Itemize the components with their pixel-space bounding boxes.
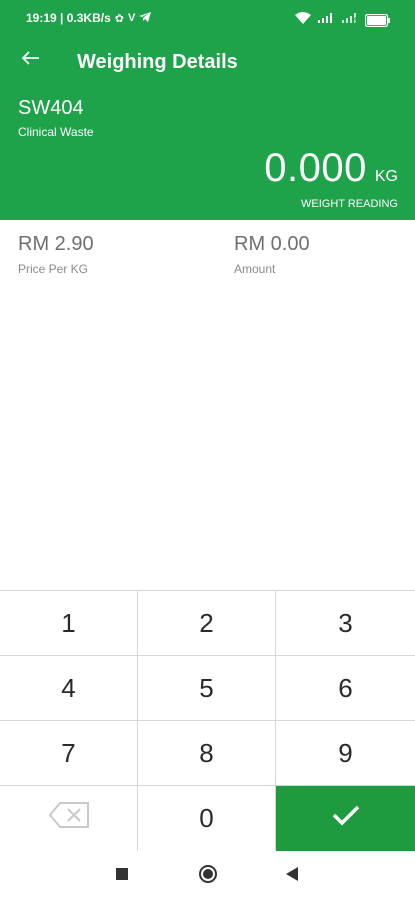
key-2[interactable]: 2 xyxy=(138,591,276,656)
confirm-key[interactable] xyxy=(276,786,415,851)
key-8[interactable]: 8 xyxy=(138,721,276,786)
key-5[interactable]: 5 xyxy=(138,656,276,721)
price-label: Price Per KG xyxy=(18,262,89,276)
telegram-icon xyxy=(139,11,152,25)
amount-value: RM 0.00 xyxy=(234,233,310,255)
status-right: 93 xyxy=(295,11,391,29)
key-9[interactable]: 9 xyxy=(276,721,415,786)
app-bar: Weighing Details xyxy=(0,36,415,88)
system-nav-bar xyxy=(0,852,415,900)
home-button[interactable] xyxy=(196,864,220,888)
weighing-header: SW404 Clinical Waste 0.000 KG WEIGHT REA… xyxy=(0,88,415,220)
back-button[interactable] xyxy=(16,46,44,74)
back-triangle-icon xyxy=(285,866,299,887)
waste-code: SW404 xyxy=(18,97,84,119)
signal-icon xyxy=(317,11,335,29)
key-6[interactable]: 6 xyxy=(276,656,415,721)
arrow-back-icon xyxy=(20,50,40,71)
weight-value: 0.000 xyxy=(264,146,367,190)
amount-label: Amount xyxy=(234,262,276,276)
back-nav-button[interactable] xyxy=(280,864,304,888)
weight-reading: 0.000 KG xyxy=(264,146,398,191)
weight-unit: KG xyxy=(374,168,398,185)
key-4[interactable]: 4 xyxy=(0,656,138,721)
screen-title: Weighing Details xyxy=(77,51,238,73)
status-bar: 19:19 | 0.3KB/s ✿ V 93 xyxy=(0,0,415,36)
status-time-info: 19:19 | 0.3KB/s xyxy=(26,11,111,25)
price-value: RM 2.90 xyxy=(18,233,94,255)
key-1[interactable]: 1 xyxy=(0,591,138,656)
waste-name: Clinical Waste xyxy=(18,125,94,139)
numeric-keypad: 1 2 3 4 5 6 7 8 9 0 xyxy=(0,590,415,852)
key-3[interactable]: 3 xyxy=(276,591,415,656)
backspace-icon xyxy=(48,801,90,836)
amount: RM 0.00 Amount xyxy=(234,233,310,276)
key-0[interactable]: 0 xyxy=(138,786,276,851)
check-icon xyxy=(331,803,361,834)
v-app-icon: V xyxy=(127,12,136,24)
recents-square-icon xyxy=(115,867,129,886)
home-circle-icon xyxy=(198,864,218,889)
battery-icon: 93 xyxy=(354,13,391,27)
wifi-icon xyxy=(295,11,311,29)
status-left: 19:19 | 0.3KB/s ✿ V xyxy=(26,11,152,25)
weight-label: WEIGHT READING xyxy=(301,198,398,210)
settings-gear-icon: ✿ xyxy=(114,12,124,25)
price-info: RM 2.90 Price Per KG RM 0.00 Amount xyxy=(0,220,415,320)
recents-button[interactable] xyxy=(110,864,134,888)
key-7[interactable]: 7 xyxy=(0,721,138,786)
backspace-key[interactable] xyxy=(0,786,138,851)
battery-level: 93 xyxy=(354,15,363,25)
price-per-kg: RM 2.90 Price Per KG xyxy=(18,233,94,276)
